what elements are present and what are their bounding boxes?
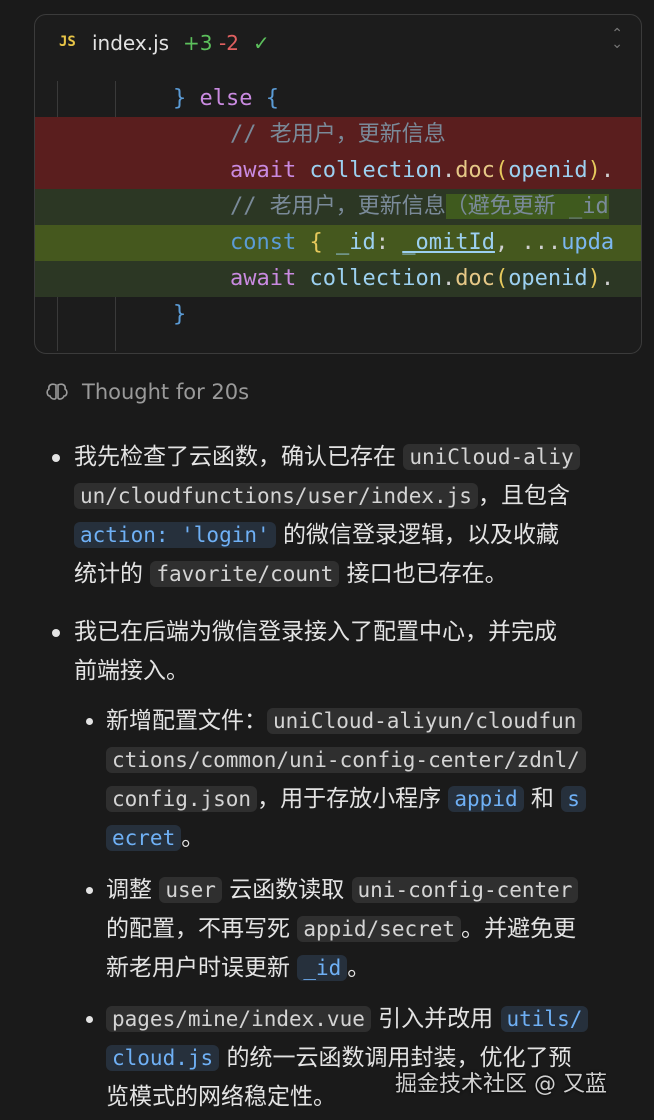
bullet <box>86 887 93 894</box>
diff-code: } else { // 老用户，更新信息 await collection.do… <box>35 81 641 351</box>
deletions-count: -2 <box>219 31 239 55</box>
sub-item-2: 调整 user 云函数读取 uni-config-center 的配置，不再写死… <box>106 871 579 988</box>
bullet <box>52 629 60 637</box>
summary-item-2: 我已在后端为微信登录接入了配置中心，并完成 前端接入。 <box>74 619 557 684</box>
additions-count: +3 <box>183 31 213 55</box>
code-line-removed: await collection.doc(openid). <box>35 153 641 189</box>
sub-item-3: pages/mine/index.vue 引入并改用 utils/ cloud.… <box>106 1000 589 1117</box>
diff-card: JS index.js +3 -2 ✓ ⌃ ⌄ } else { // 老用户，更… <box>34 14 642 354</box>
thought-label: Thought for 20s <box>82 380 250 404</box>
watermark: 掘金技术社区 @ 又蓝 <box>395 1072 607 1097</box>
js-file-icon: JS <box>59 34 76 50</box>
code-line-added: const { _id: _omitId, ...upda <box>35 225 641 261</box>
summary-item-1: 我先检查了云函数，确认已存在 uniCloud-aliy un/cloudfun… <box>74 438 580 594</box>
code-line-removed: // 老用户，更新信息 <box>35 117 641 153</box>
bullet <box>86 1016 93 1023</box>
code-line-added: await collection.doc(openid). <box>35 261 641 297</box>
file-name[interactable]: index.js <box>92 31 169 55</box>
check-icon: ✓ <box>253 31 270 55</box>
brain-icon <box>46 383 68 400</box>
bullet <box>86 718 93 725</box>
code-line: } <box>173 302 187 327</box>
code-line: } else { <box>173 86 279 111</box>
sub-item-1: 新增配置文件： uniCloud-aliyun/cloudfun ctions/c… <box>106 702 586 858</box>
chevron-up-down-icon[interactable]: ⌃ ⌄ <box>611 27 623 51</box>
bullet <box>52 454 60 462</box>
diff-card-header[interactable]: JS index.js +3 -2 ✓ ⌃ ⌄ <box>35 15 641 71</box>
code-line-added: // 老用户，更新信息（避免更新 _id <box>35 189 641 225</box>
